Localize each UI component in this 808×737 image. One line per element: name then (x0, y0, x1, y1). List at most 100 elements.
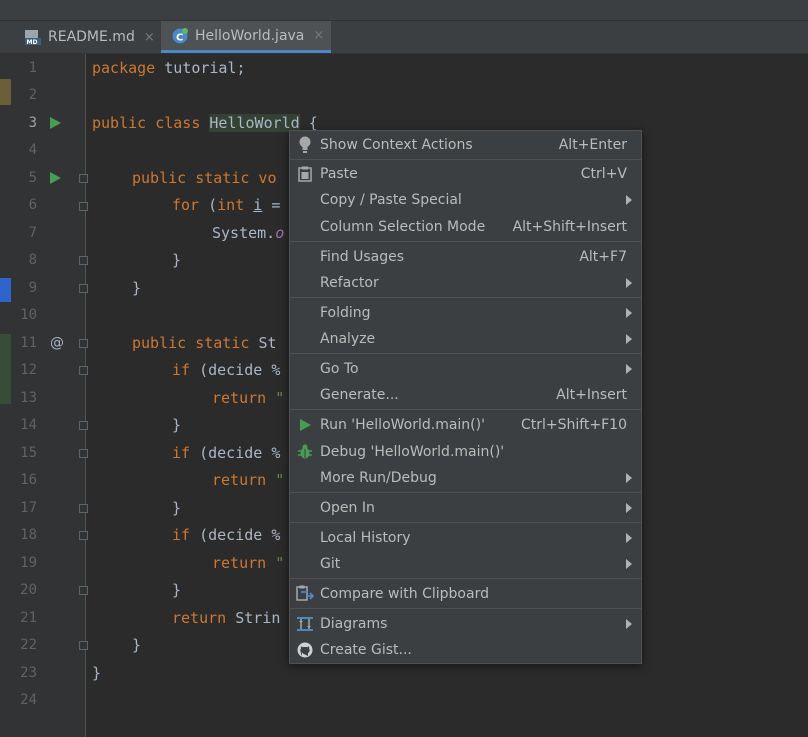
menu-separator (290, 608, 641, 609)
line-number: 19 (20, 555, 37, 571)
menu-item-local-history[interactable]: Local History (290, 525, 641, 551)
line-number: 10 (20, 307, 37, 323)
line-number: 15 (20, 445, 37, 461)
editor-tab-bar: MD README.md × C HelloWorld.java × (0, 21, 808, 54)
menu-item-folding[interactable]: Folding (290, 300, 641, 326)
fold-marker-icon[interactable] (79, 256, 88, 265)
menu-item-column-selection-mode[interactable]: Column Selection Mode Alt+Shift+Insert (290, 214, 641, 240)
menu-item-label: Go To (320, 361, 359, 377)
menu-item-label: More Run/Debug (320, 470, 437, 486)
line-number: 13 (20, 390, 37, 406)
menu-item-refactor[interactable]: Refactor (290, 270, 641, 296)
diagram-icon (296, 615, 314, 633)
code-line: } (92, 664, 102, 682)
annotation-gutter-icon[interactable]: @ (50, 335, 64, 351)
code-line: public class HelloWorld { (92, 114, 318, 132)
menu-item-show-context-actions[interactable]: Show Context Actions Alt+Enter (290, 132, 641, 158)
menu-item-label: Column Selection Mode (320, 219, 486, 235)
fold-marker-icon[interactable] (79, 339, 88, 348)
menu-item-more-run-debug[interactable]: More Run/Debug (290, 465, 641, 491)
menu-item-label: Folding (320, 305, 371, 321)
menu-item-create-gist[interactable]: Create Gist... (290, 637, 641, 663)
submenu-arrow-icon (626, 195, 632, 205)
line-number: 9 (28, 280, 37, 296)
run-gutter-icon[interactable] (50, 172, 61, 184)
line-number: 12 (20, 362, 37, 378)
menu-separator (290, 159, 641, 160)
menu-item-copy-paste-special[interactable]: Copy / Paste Special (290, 187, 641, 213)
close-icon[interactable]: × (313, 28, 324, 43)
menu-item-shortcut: Ctrl+Shift+F10 (520, 417, 627, 433)
submenu-arrow-icon (626, 308, 632, 318)
menu-item-label: Refactor (320, 275, 379, 291)
menu-item-label: Debug 'HelloWorld.main()' (320, 444, 505, 460)
tab-readme[interactable]: MD README.md × (0, 21, 160, 53)
fold-marker-icon[interactable] (79, 284, 88, 293)
fold-marker-icon[interactable] (79, 421, 88, 430)
code-line: return " (212, 389, 285, 407)
menu-item-label: Analyze (320, 331, 376, 347)
debug-icon (296, 443, 314, 461)
line-number: 17 (20, 500, 37, 516)
submenu-arrow-icon (626, 334, 632, 344)
code-line: public static St (132, 334, 277, 352)
lightbulb-icon (296, 136, 314, 154)
menu-item-analyze[interactable]: Analyze (290, 326, 641, 352)
compare-icon (296, 585, 314, 603)
menu-item-label: Git (320, 556, 341, 572)
java-class-icon: C (171, 27, 189, 45)
menu-item-label: Paste (320, 166, 358, 182)
menu-item-label: Open In (320, 500, 375, 516)
code-line: System.o (212, 224, 285, 242)
menu-item-paste[interactable]: Paste Ctrl+V (290, 161, 641, 187)
menu-item-label: Copy / Paste Special (320, 192, 462, 208)
code-line: return Strin (172, 609, 281, 627)
fold-marker-icon[interactable] (79, 449, 88, 458)
fold-marker-icon[interactable] (79, 531, 88, 540)
menu-item-run[interactable]: Run 'HelloWorld.main()' Ctrl+Shift+F10 (290, 412, 641, 438)
submenu-arrow-icon (626, 473, 632, 483)
run-gutter-icon[interactable] (50, 117, 61, 129)
menu-item-find-usages[interactable]: Find Usages Alt+F7 (290, 244, 641, 270)
menu-item-compare-with-clipboard[interactable]: Compare with Clipboard (290, 581, 641, 607)
menu-item-go-to[interactable]: Go To (290, 356, 641, 382)
menu-item-label: Diagrams (320, 616, 388, 632)
menu-item-label: Find Usages (320, 249, 405, 265)
menu-separator (290, 578, 641, 579)
fold-marker-icon[interactable] (79, 174, 88, 183)
menu-separator (290, 522, 641, 523)
left-change-markers (0, 54, 11, 737)
code-line: if (decide % (172, 526, 281, 544)
fold-marker-icon[interactable] (79, 586, 88, 595)
code-line: } (172, 251, 182, 269)
fold-marker-icon[interactable] (79, 202, 88, 211)
close-icon[interactable]: × (144, 30, 155, 45)
line-number: 20 (20, 582, 37, 598)
submenu-arrow-icon (626, 619, 632, 629)
code-line: if (decide % (172, 444, 281, 462)
menu-item-debug[interactable]: Debug 'HelloWorld.main()' (290, 439, 641, 465)
tab-helloworld[interactable]: C HelloWorld.java × (161, 21, 331, 53)
submenu-arrow-icon (626, 278, 632, 288)
menu-item-diagrams[interactable]: Diagrams (290, 611, 641, 637)
submenu-arrow-icon (626, 503, 632, 513)
line-number: 18 (20, 527, 37, 543)
menu-item-label: Generate... (320, 387, 399, 403)
fold-marker-icon[interactable] (79, 504, 88, 513)
menu-item-label: Create Gist... (320, 642, 412, 658)
menu-separator (290, 297, 641, 298)
menu-item-shortcut: Alt+Enter (558, 137, 627, 153)
line-number: 5 (28, 170, 37, 186)
menu-separator (290, 409, 641, 410)
fold-marker-icon[interactable] (79, 641, 88, 650)
code-line: } (172, 499, 182, 517)
clipboard-paste-icon (296, 165, 314, 183)
menu-item-git[interactable]: Git (290, 551, 641, 577)
tab-label: HelloWorld.java (195, 27, 305, 44)
code-line: } (172, 581, 182, 599)
fold-marker-icon[interactable] (79, 366, 88, 375)
menu-item-open-in[interactable]: Open In (290, 495, 641, 521)
line-number: 16 (20, 472, 37, 488)
menu-item-generate[interactable]: Generate... Alt+Insert (290, 382, 641, 408)
menu-separator (290, 353, 641, 354)
